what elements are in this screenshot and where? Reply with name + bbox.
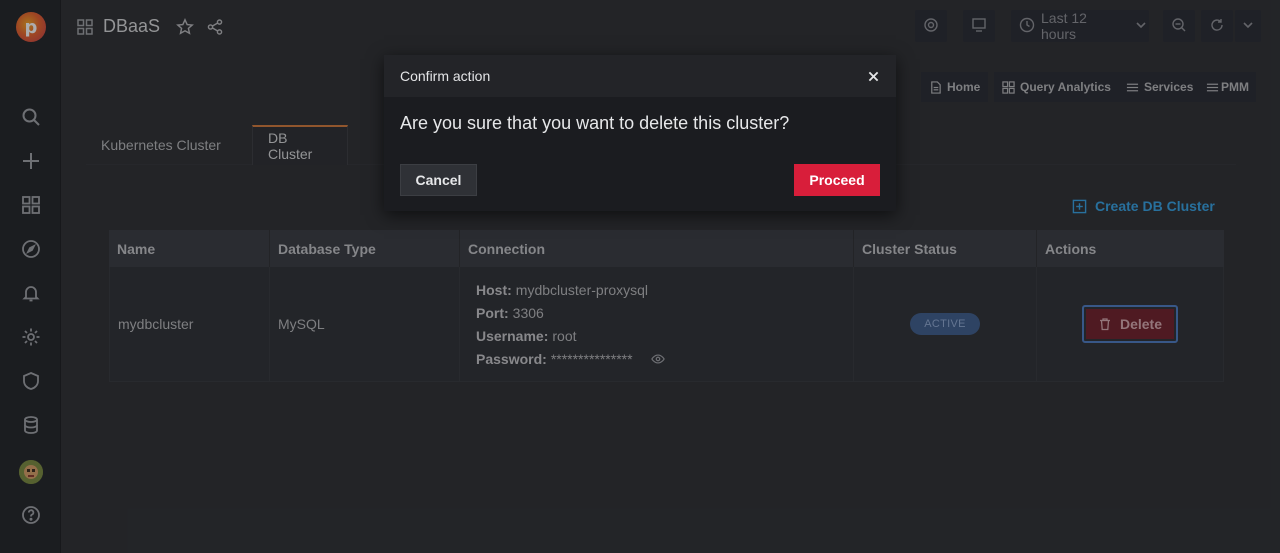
modal-header: Confirm action	[384, 55, 896, 97]
modal-title: Confirm action	[400, 68, 491, 84]
cancel-button[interactable]: Cancel	[400, 164, 477, 196]
confirm-modal: Confirm action Are you sure that you wan…	[384, 55, 896, 211]
close-icon[interactable]	[866, 69, 880, 83]
modal-message: Are you sure that you want to delete thi…	[400, 113, 790, 133]
proceed-button[interactable]: Proceed	[794, 164, 880, 196]
